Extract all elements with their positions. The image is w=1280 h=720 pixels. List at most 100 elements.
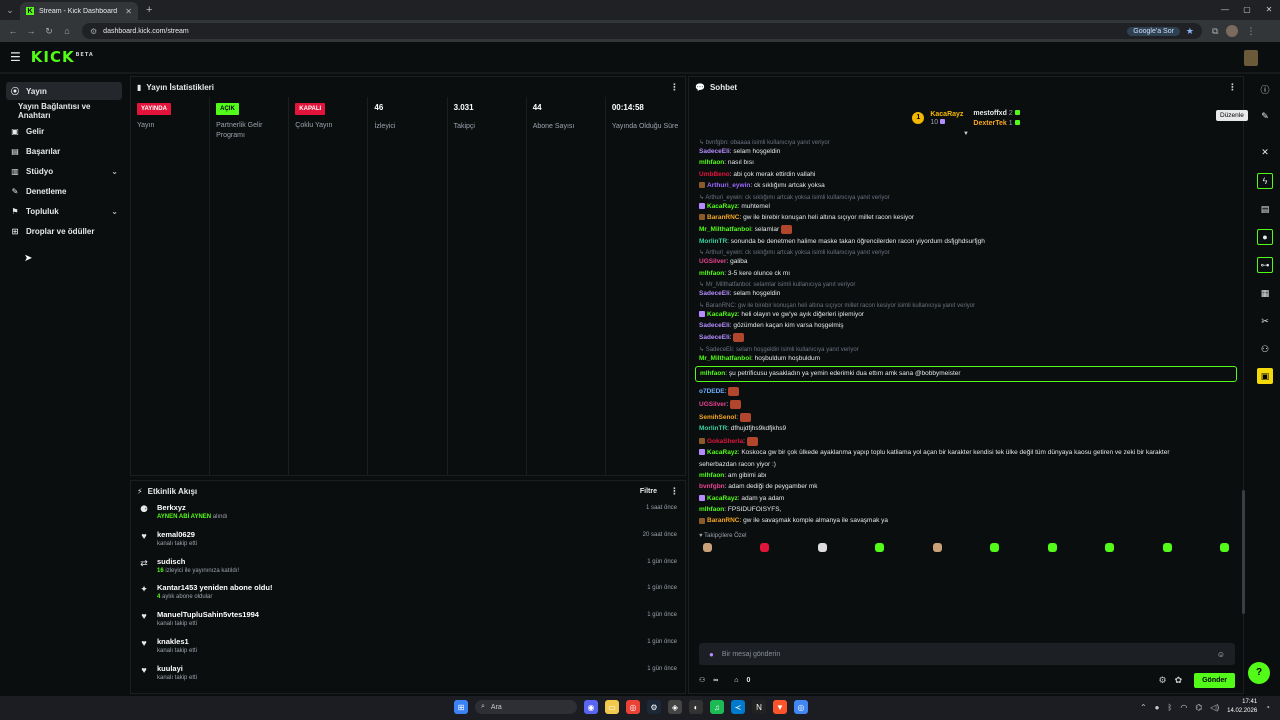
- menu-icon[interactable]: ☰: [10, 50, 21, 64]
- activity-user[interactable]: kuulayi: [157, 664, 639, 673]
- google-ask-button[interactable]: Google'a Sor: [1127, 26, 1180, 36]
- close-icon[interactable]: ✕: [1257, 144, 1273, 160]
- share-icon[interactable]: ⚇: [1257, 341, 1273, 357]
- chat-username[interactable]: Mr_Milthatfanboi: [699, 355, 751, 362]
- taskbar-search[interactable]: ⌕ Ara: [475, 700, 577, 714]
- reload-icon[interactable]: ↻: [40, 26, 58, 37]
- activity-row[interactable]: ⚈ Berkxyz AYNEN ABİ AYNEN alındı 1 saat önc…: [131, 501, 685, 528]
- close-window-icon[interactable]: ✕: [1258, 0, 1280, 20]
- sidebar-item-moderation[interactable]: ✎ Denetleme: [6, 182, 122, 200]
- link-icon[interactable]: ⊶: [1257, 257, 1273, 273]
- chat-username[interactable]: Arthuri_eywin: [707, 182, 750, 189]
- mic-icon[interactable]: ●: [1155, 703, 1160, 712]
- chat-username[interactable]: UGSilver: [699, 401, 726, 408]
- notion-icon[interactable]: N: [752, 700, 766, 714]
- sidebar-item-studio[interactable]: ▥ Stüdyo ⌄: [6, 162, 122, 180]
- sidebar-item-drops[interactable]: ⊞ Droplar ve ödüller: [6, 222, 122, 240]
- chat-username[interactable]: bvnfgbn: [699, 483, 725, 490]
- leaderboard-third-name[interactable]: DexterTek: [973, 120, 1006, 127]
- edit-icon[interactable]: ✎: [1257, 108, 1273, 124]
- chat-username[interactable]: KacaRayz: [707, 311, 738, 318]
- emote-icon[interactable]: [760, 542, 770, 552]
- emote-icon[interactable]: [1105, 542, 1115, 552]
- chat-username[interactable]: mlhfaon: [699, 506, 724, 513]
- activity-user[interactable]: ManuelTupluSahin5vtes1994: [157, 610, 639, 619]
- shop-icon[interactable]: ⌂: [734, 677, 738, 684]
- chat-username[interactable]: BaranRNC: [707, 517, 740, 524]
- chat-username[interactable]: MorlinTR: [699, 238, 727, 245]
- spotify-icon[interactable]: ♫: [710, 700, 724, 714]
- chrome-icon[interactable]: ◎: [626, 700, 640, 714]
- activity-row[interactable]: ♥ kemal0629 kanalı takip etti 20 saat önce: [131, 528, 685, 555]
- emote-icon[interactable]: [875, 542, 885, 552]
- sidebar-item-stream[interactable]: ⦿ Yayın: [6, 82, 122, 100]
- send-button[interactable]: Gönder: [1194, 672, 1235, 688]
- chevron-down-icon[interactable]: ⌄: [111, 167, 118, 176]
- chat-username[interactable]: mlhfaon: [699, 270, 724, 277]
- file-explorer-icon[interactable]: ▭: [605, 700, 619, 714]
- minimize-icon[interactable]: —: [1214, 0, 1236, 20]
- sidebar-item-stream-key[interactable]: Yayın Bağlantısı ve Anahtarı: [6, 102, 122, 120]
- activity-user[interactable]: Berkxyz: [157, 503, 638, 512]
- steam-icon[interactable]: ⚙: [647, 700, 661, 714]
- lightning-icon[interactable]: ϟ: [1257, 173, 1273, 189]
- filter-button[interactable]: Filtre: [640, 488, 657, 495]
- leaderboard-second-name[interactable]: mestoffxd: [973, 110, 1006, 117]
- chevron-down-icon[interactable]: ⌄: [111, 207, 118, 216]
- notifications-icon[interactable]: ◔: [1265, 703, 1270, 712]
- chat-username[interactable]: SadeceEli: [699, 290, 730, 297]
- sidebar-item-achievements[interactable]: ▤ Başarılar: [6, 142, 122, 160]
- points-icon[interactable]: ⚇: [699, 676, 705, 684]
- activity-user[interactable]: sudisch: [157, 557, 639, 566]
- chat-username[interactable]: mlhfaon: [699, 472, 724, 479]
- emote-icon[interactable]: [1162, 542, 1172, 552]
- extensions-icon[interactable]: ⧉: [1212, 26, 1218, 37]
- more-options-icon[interactable]: ⋮: [1228, 82, 1237, 93]
- chat-username[interactable]: SadeceEli: [699, 322, 730, 329]
- microphone-icon[interactable]: ●: [709, 650, 714, 659]
- forward-icon[interactable]: →: [22, 26, 40, 36]
- emote-icon[interactable]: [990, 542, 1000, 552]
- chat-scrollbar[interactable]: [1242, 490, 1245, 614]
- sidebar-item-community[interactable]: ⚑ Topluluk ⌄: [6, 202, 122, 220]
- wrench-icon[interactable]: ✂: [1257, 313, 1273, 329]
- home-icon[interactable]: ⌂: [58, 26, 76, 36]
- help-button[interactable]: ?: [1248, 662, 1270, 684]
- chat-username[interactable]: BaranRNC: [707, 214, 740, 221]
- brave-icon[interactable]: ▼: [773, 700, 787, 714]
- activity-row[interactable]: ⇄ sudisch 16 izleyici ile yayınınıza katıl…: [131, 555, 685, 582]
- chat-username[interactable]: o7DEDE: [699, 389, 725, 396]
- bluetooth-icon[interactable]: ᛒ: [1168, 703, 1173, 712]
- chat-username[interactable]: KacaRayz: [707, 203, 738, 210]
- back-icon[interactable]: ←: [4, 26, 22, 36]
- info-icon[interactable]: ⓘ: [1257, 82, 1273, 98]
- activity-row[interactable]: ♥ knakles1 kanalı takip etti 1 gün önce: [131, 635, 685, 662]
- browser-menu-icon[interactable]: ⋮: [1246, 26, 1255, 37]
- headset-icon[interactable]: ◠: [1180, 703, 1187, 712]
- volume-icon[interactable]: ◁): [1210, 703, 1219, 712]
- site-info-icon[interactable]: ⚙: [90, 27, 97, 36]
- chat-username[interactable]: GokaSherla: [707, 438, 743, 445]
- emote-icon[interactable]: [932, 542, 942, 552]
- expand-arrow-icon[interactable]: ▼: [963, 131, 969, 137]
- vscode-icon[interactable]: ≺: [731, 700, 745, 714]
- user-avatar[interactable]: [1244, 50, 1258, 66]
- emoji-icon[interactable]: ☺: [1217, 650, 1225, 659]
- network-icon[interactable]: ⌬: [1195, 703, 1202, 712]
- tab-search-icon[interactable]: ⌄: [0, 5, 20, 16]
- emote-icon[interactable]: [1219, 542, 1229, 552]
- chat-username[interactable]: UGSilver: [699, 258, 726, 265]
- document-icon[interactable]: ▤: [1257, 201, 1273, 217]
- more-options-icon[interactable]: ⋮: [670, 486, 679, 497]
- chat-username[interactable]: mlhfaon: [700, 370, 725, 377]
- activity-row[interactable]: ♥ kuulayi kanalı takip etti 1 gün önce: [131, 662, 685, 689]
- close-tab-icon[interactable]: ✕: [125, 7, 132, 16]
- settings-icon[interactable]: ⚙: [1158, 675, 1166, 686]
- chrome-active-icon[interactable]: ◎: [794, 700, 808, 714]
- chat-username[interactable]: SadeceEli: [699, 335, 730, 342]
- chevron-up-icon[interactable]: ⌃: [1140, 703, 1147, 712]
- windows-start-icon[interactable]: ⊞: [454, 700, 468, 714]
- sidebar-item-revenue[interactable]: ▣ Gelir: [6, 122, 122, 140]
- github-icon[interactable]: ◐: [689, 700, 703, 714]
- emote-icon[interactable]: [817, 542, 827, 552]
